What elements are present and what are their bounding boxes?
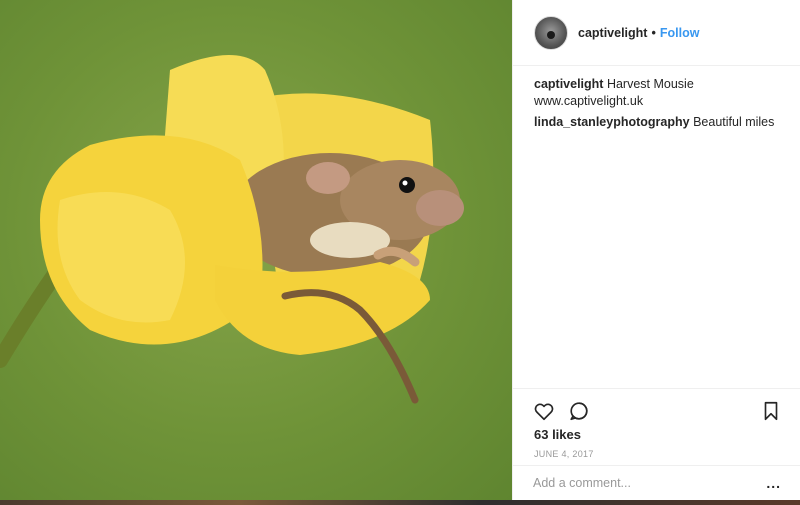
heart-icon[interactable] xyxy=(533,400,555,422)
comment-username[interactable]: linda_stanleyphotography xyxy=(534,115,690,129)
comment-item: linda_stanleyphotography Beautiful miles xyxy=(534,114,784,131)
follow-button[interactable]: Follow xyxy=(660,26,700,40)
comment-item: captivelight Harvest Mousie www.captivel… xyxy=(534,76,784,110)
post-date: JUNE 4, 2017 xyxy=(534,449,594,459)
bookmark-icon[interactable] xyxy=(760,400,782,422)
avatar[interactable] xyxy=(534,15,568,50)
post-header: captivelight • Follow xyxy=(513,0,800,66)
background-strip xyxy=(0,500,800,505)
comment-username[interactable]: captivelight xyxy=(534,77,603,91)
instagram-post: captivelight • Follow captivelight Harve… xyxy=(0,0,800,500)
comment-bubble-icon[interactable] xyxy=(568,400,590,422)
mouse-in-tulip-image xyxy=(0,55,464,404)
more-options-icon[interactable]: ... xyxy=(766,475,781,491)
like-count[interactable]: 63 likes xyxy=(534,427,581,442)
post-photo[interactable] xyxy=(0,0,512,500)
comment-text: Beautiful miles xyxy=(693,115,775,129)
comment-input[interactable] xyxy=(533,476,767,490)
comment-bar: ... xyxy=(513,465,800,500)
header-separator: • xyxy=(651,25,656,40)
comment-list: captivelight Harvest Mousie www.captivel… xyxy=(534,76,784,135)
post-sidebar: captivelight • Follow captivelight Harve… xyxy=(512,0,800,500)
header-username[interactable]: captivelight xyxy=(578,26,647,40)
